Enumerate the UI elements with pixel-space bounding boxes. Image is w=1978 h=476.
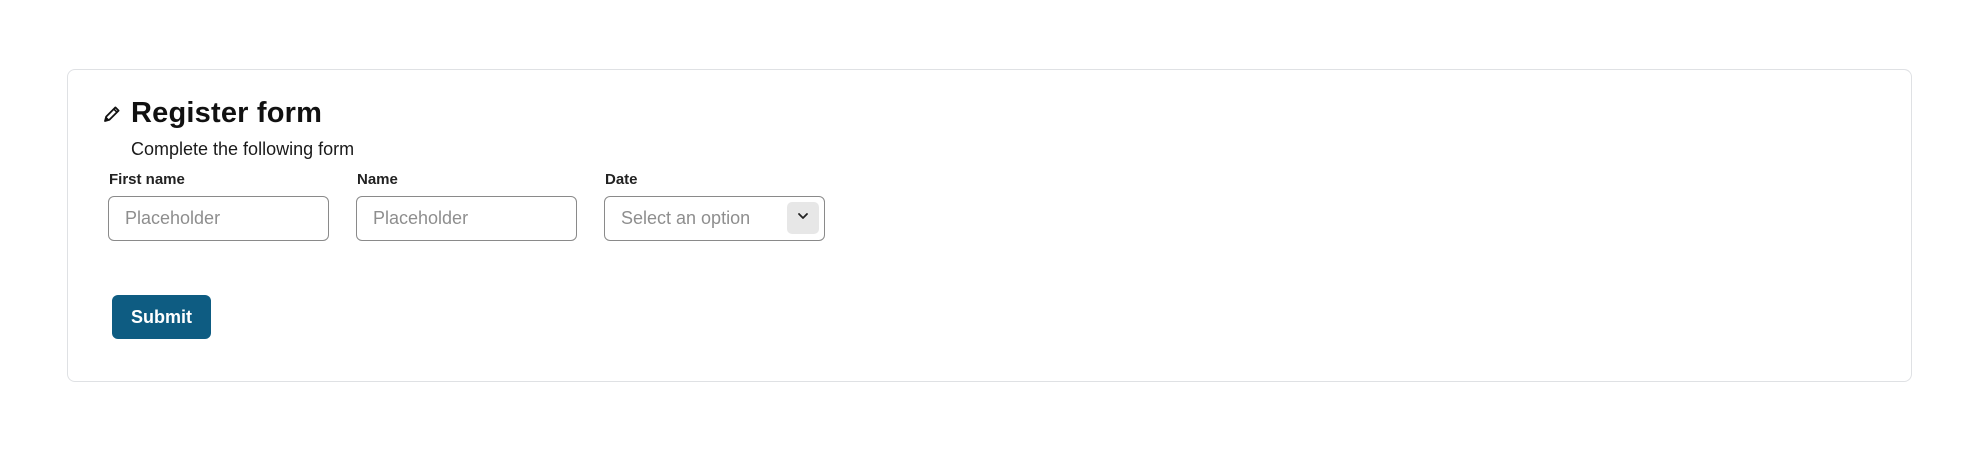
date-select[interactable]: Select an option	[604, 196, 825, 241]
name-input[interactable]	[356, 196, 577, 241]
page: Register form Complete the following for…	[0, 0, 1978, 476]
pencil-icon	[102, 104, 122, 124]
date-field: Date Select an option	[604, 171, 825, 241]
name-field: Name	[356, 171, 577, 241]
form-header: Register form	[102, 97, 322, 130]
submit-button[interactable]: Submit	[112, 295, 211, 339]
date-label: Date	[605, 171, 638, 188]
date-dropdown-toggle[interactable]	[787, 202, 819, 234]
first-name-input[interactable]	[108, 196, 329, 241]
register-form-card: Register form Complete the following for…	[67, 69, 1912, 382]
form-title: Register form	[131, 97, 323, 129]
chevron-down-icon	[796, 209, 810, 228]
name-label: Name	[357, 171, 398, 188]
first-name-field: First name	[108, 171, 329, 241]
date-select-value: Select an option	[621, 208, 751, 228]
first-name-label: First name	[109, 171, 185, 188]
form-subtitle: Complete the following form	[131, 139, 355, 159]
